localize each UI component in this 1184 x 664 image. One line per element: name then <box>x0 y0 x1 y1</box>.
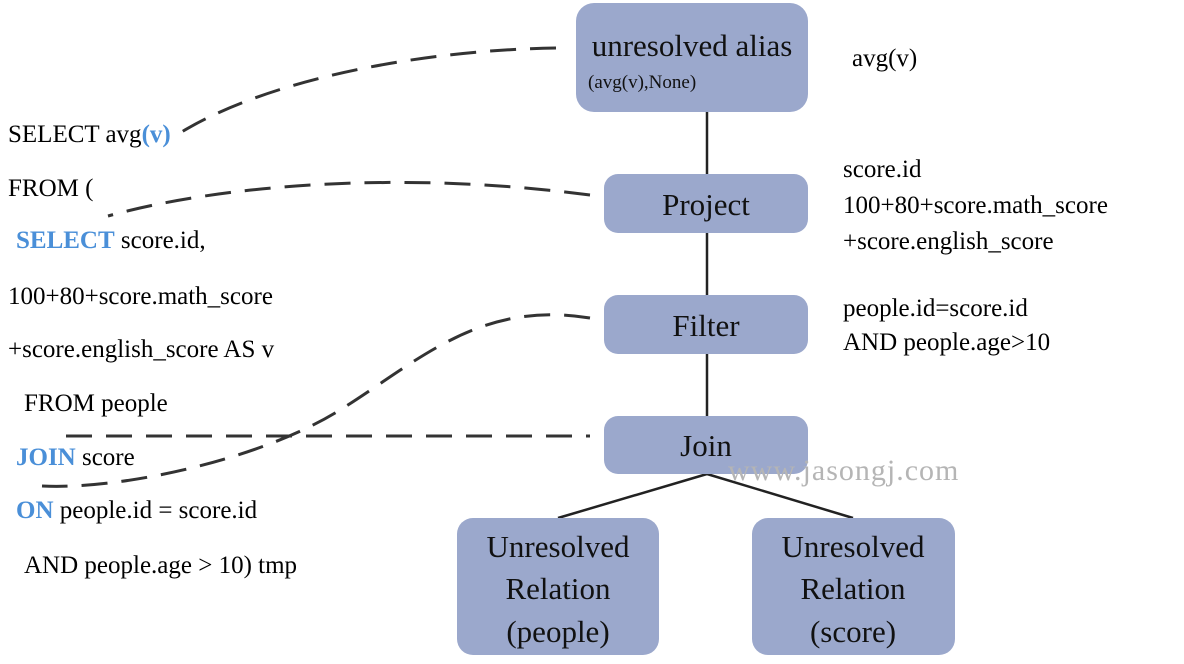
filter-note-line: people.id=score.id <box>843 295 1028 322</box>
node-line: (score) <box>810 614 896 649</box>
sql-line: FROM ( <box>8 175 93 202</box>
connector-alias <box>171 46 557 140</box>
filter-note-line: AND people.age>10 <box>843 329 1050 356</box>
node-filter: Filter <box>604 295 808 354</box>
sql-line: SELECT avg(v) <box>8 121 171 148</box>
node-line: Unresolved <box>487 529 630 564</box>
sql-line: JOIN score <box>16 444 135 471</box>
project-note-line: +score.english_score <box>843 228 1054 255</box>
node-line: Relation <box>800 571 906 606</box>
node-unresolved-relation-people: Unresolved Relation (people) <box>457 518 659 655</box>
node-title: Join <box>680 428 732 463</box>
node-title: Filter <box>672 308 740 343</box>
node-project: Project <box>604 174 808 233</box>
node-subtitle: (avg(v),None) <box>588 72 696 93</box>
logical-plan-diagram: unresolved alias (avg(v),None) avg(v) Pr… <box>8 3 1108 655</box>
node-title: Project <box>662 187 750 222</box>
node-line: Unresolved <box>782 529 925 564</box>
sql-line: SELECT score.id, <box>16 227 206 254</box>
sql-line: 100+80+score.math_score <box>8 283 273 310</box>
node-line: (people) <box>506 614 609 649</box>
watermark: www.jasongj.com <box>728 454 959 487</box>
node-unresolved-alias: unresolved alias (avg(v),None) <box>576 3 808 112</box>
node-title: unresolved alias <box>592 28 793 63</box>
node-unresolved-relation-score: Unresolved Relation (score) <box>752 518 955 655</box>
sql-line: +score.english_score AS v <box>8 336 275 363</box>
project-note-line: 100+80+score.math_score <box>843 192 1108 219</box>
sql-line: AND people.age > 10) tmp <box>24 552 297 579</box>
alias-note: avg(v) <box>852 45 917 72</box>
project-note-line: score.id <box>843 156 922 183</box>
node-line: Relation <box>505 571 611 606</box>
connector-project <box>107 180 591 218</box>
sql-line: FROM people <box>24 390 168 417</box>
sql-line: ON people.id = score.id <box>16 497 258 524</box>
edge-join-people <box>557 472 708 520</box>
